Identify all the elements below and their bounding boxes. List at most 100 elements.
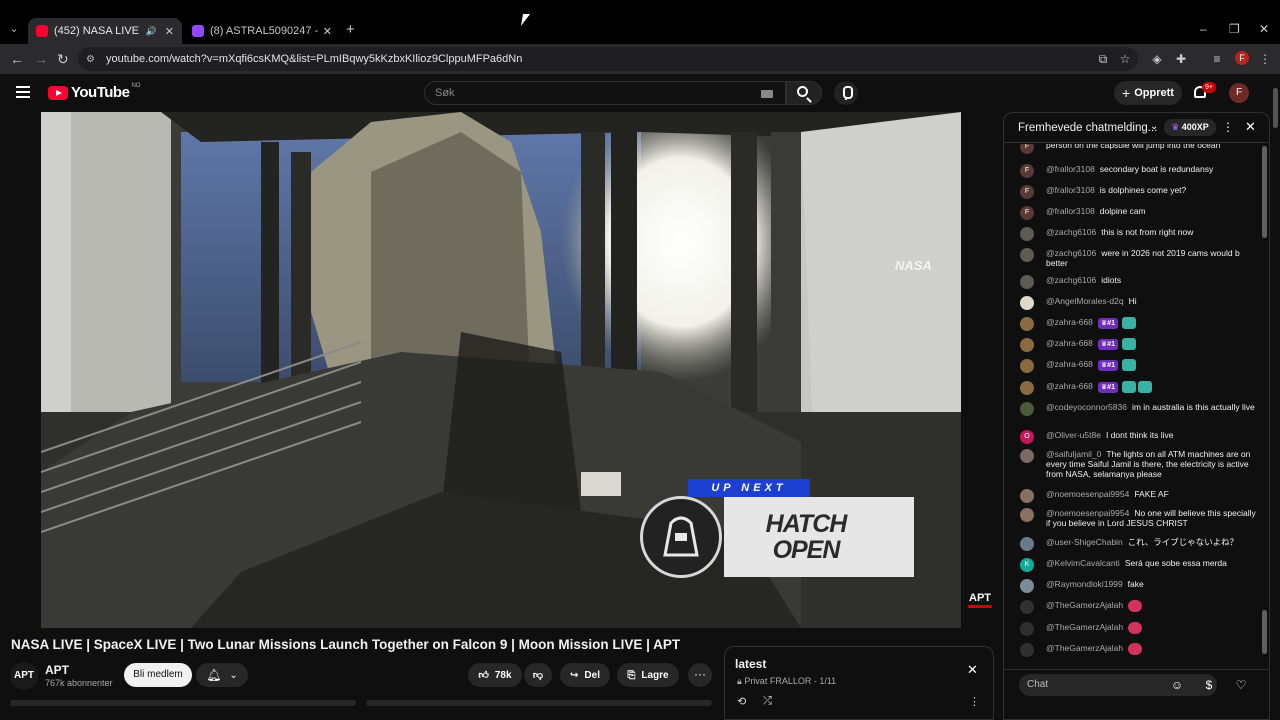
minimize-icon[interactable]: – xyxy=(1200,22,1207,36)
chat-avatar[interactable] xyxy=(1020,381,1034,395)
chat-scrollbar-bottom[interactable] xyxy=(1262,610,1267,654)
chat-author[interactable]: @codeyoconnor5836 xyxy=(1046,402,1127,412)
chat-mode-label[interactable]: Fremhevede chatmelding... xyxy=(1018,122,1157,134)
channel-name[interactable]: APT xyxy=(45,663,69,677)
tab-youtube[interactable]: (452) NASA LIVE | SpaceX LIVE 🔊 ✕ xyxy=(28,18,182,44)
playlist-more-icon[interactable]: ⋮ xyxy=(969,695,980,708)
chat-avatar[interactable]: F xyxy=(1020,144,1034,154)
page-scrollbar-thumb[interactable] xyxy=(1273,88,1278,128)
chat-author[interactable]: @zachg6106 xyxy=(1046,227,1096,237)
chat-avatar[interactable] xyxy=(1020,248,1034,262)
page-scrollbar[interactable] xyxy=(1272,74,1280,720)
chat-avatar[interactable] xyxy=(1020,537,1034,551)
close-chat-icon[interactable]: ✕ xyxy=(1245,119,1256,135)
chat-author[interactable]: @frallor3108 xyxy=(1046,164,1095,174)
chat-avatar[interactable]: K xyxy=(1020,558,1034,572)
chat-author[interactable]: @zahra-668 xyxy=(1046,338,1093,348)
tab-search-chevron-icon[interactable]: ⌄ xyxy=(6,21,22,37)
account-avatar[interactable]: F xyxy=(1229,83,1249,103)
reload-icon[interactable]: ↻ xyxy=(57,51,69,68)
playlist-title[interactable]: latest xyxy=(735,657,766,671)
chat-input[interactable]: Chat xyxy=(1019,674,1217,696)
dislike-button[interactable]: 👎︎ xyxy=(524,663,552,687)
chat-avatar[interactable] xyxy=(1020,317,1034,331)
install-app-icon[interactable]: ⧉ xyxy=(1096,52,1110,66)
chat-author[interactable]: @KelvimCavalcanti xyxy=(1046,558,1120,568)
kebab-menu-icon[interactable]: ⋮ xyxy=(1258,52,1272,66)
bookmark-star-icon[interactable]: ☆ xyxy=(1118,52,1132,66)
chat-author[interactable]: @saifuljamil_0 xyxy=(1046,449,1101,459)
search-input[interactable]: Søk xyxy=(424,81,786,105)
forward-icon[interactable]: → xyxy=(34,51,48,67)
chat-avatar[interactable] xyxy=(1020,359,1034,373)
chat-author[interactable]: @frallor3108 xyxy=(1046,185,1095,195)
chat-avatar[interactable] xyxy=(1020,579,1034,593)
chat-avatar[interactable] xyxy=(1020,275,1034,289)
chat-avatar[interactable] xyxy=(1020,402,1034,416)
new-tab-icon[interactable]: + xyxy=(346,21,355,38)
keyboard-icon[interactable] xyxy=(761,90,773,98)
back-icon[interactable]: ← xyxy=(10,51,24,67)
chat-avatar[interactable] xyxy=(1020,600,1034,614)
like-button[interactable]: 👍︎ 78k xyxy=(468,663,522,687)
chat-author[interactable]: @zahra-668 xyxy=(1046,381,1093,391)
loop-icon[interactable]: ⟲ xyxy=(737,695,746,708)
chat-more-icon[interactable]: ⋮ xyxy=(1222,120,1234,134)
chat-avatar[interactable] xyxy=(1020,508,1034,522)
close-playlist-icon[interactable]: ✕ xyxy=(967,662,978,678)
shuffle-icon[interactable]: ⤮ xyxy=(763,695,772,708)
voice-search-mic-icon[interactable] xyxy=(834,81,858,105)
chevron-down-icon[interactable]: ⌄ xyxy=(1150,121,1158,132)
chat-author[interactable]: @noemoesenpai9954 xyxy=(1046,489,1129,499)
site-info-icon[interactable]: ⚙ xyxy=(86,54,100,65)
youtube-logo[interactable]: YouTube NO xyxy=(48,83,140,101)
chat-author[interactable]: @frallor3108 xyxy=(1046,206,1095,216)
chat-author[interactable]: @noemoesenpai9954 xyxy=(1046,508,1129,518)
chat-avatar[interactable] xyxy=(1020,227,1034,241)
chat-avatar[interactable] xyxy=(1020,489,1034,503)
xp-button[interactable]: ♛ 400XP xyxy=(1164,119,1216,136)
chat-author[interactable]: @Oliver-u5t8e xyxy=(1046,430,1101,440)
super-chat-icon[interactable]: $ xyxy=(1201,677,1217,693)
more-actions-icon[interactable]: ··· xyxy=(688,663,712,687)
chat-author[interactable]: @TheGamerzAjalah xyxy=(1046,643,1123,653)
speaker-icon[interactable]: 🔊 xyxy=(146,26,157,37)
chat-author[interactable]: @zahra-668 xyxy=(1046,317,1093,327)
subscription-bell-button[interactable]: 🔔︎ ⌄ xyxy=(196,663,248,687)
chat-scrollbar-top[interactable] xyxy=(1262,146,1267,238)
chat-author[interactable]: @Raymondloki1999 xyxy=(1046,579,1123,589)
heart-icon[interactable]: ♡ xyxy=(1233,677,1249,693)
browser-profile-avatar[interactable]: F xyxy=(1235,51,1249,65)
chat-author[interactable]: @user-ShigeChabin xyxy=(1046,537,1123,547)
share-button[interactable]: ↪ Del xyxy=(560,663,610,687)
chat-author[interactable]: @zachg6106 xyxy=(1046,248,1096,258)
chat-avatar[interactable]: O xyxy=(1020,430,1034,444)
join-button[interactable]: Bli medlem xyxy=(124,663,192,687)
chat-avatar[interactable] xyxy=(1020,296,1034,310)
emoji-icon[interactable]: ☺ xyxy=(1169,677,1185,693)
puzzle-icon[interactable]: ✚ xyxy=(1174,52,1188,66)
save-button[interactable]: ⎘ Lagre xyxy=(617,663,679,687)
chat-author[interactable]: @zahra-668 xyxy=(1046,359,1093,369)
extension-icon[interactable]: ◈ xyxy=(1150,52,1164,66)
close-tab-icon[interactable]: ✕ xyxy=(323,25,332,38)
chat-avatar[interactable] xyxy=(1020,643,1034,657)
close-window-icon[interactable]: ✕ xyxy=(1259,22,1269,36)
chat-avatar[interactable]: F xyxy=(1020,206,1034,220)
restore-icon[interactable]: ❐ xyxy=(1229,22,1240,36)
search-button[interactable] xyxy=(786,81,822,105)
chat-author[interactable]: @zachg6106 xyxy=(1046,275,1096,285)
chat-author[interactable]: @TheGamerzAjalah xyxy=(1046,600,1123,610)
chat-avatar[interactable] xyxy=(1020,449,1034,463)
create-button[interactable]: + Opprett xyxy=(1114,81,1182,105)
tab-twitch[interactable]: (8) ASTRAL5090247 - Twitch ✕ xyxy=(184,18,340,44)
address-bar[interactable]: ⚙ youtube.com/watch?v=mXqfi6csKMQ&list=P… xyxy=(78,47,1138,71)
media-icon[interactable]: ≡ xyxy=(1210,52,1224,66)
chat-author[interactable]: @AngelMorales-d2q xyxy=(1046,296,1124,306)
chat-author[interactable]: @TheGamerzAjalah xyxy=(1046,622,1123,632)
menu-icon[interactable] xyxy=(16,86,30,98)
chat-avatar[interactable] xyxy=(1020,338,1034,352)
chat-avatar[interactable] xyxy=(1020,622,1034,636)
close-tab-icon[interactable]: ✕ xyxy=(165,25,174,38)
channel-avatar[interactable]: APT xyxy=(10,662,38,690)
